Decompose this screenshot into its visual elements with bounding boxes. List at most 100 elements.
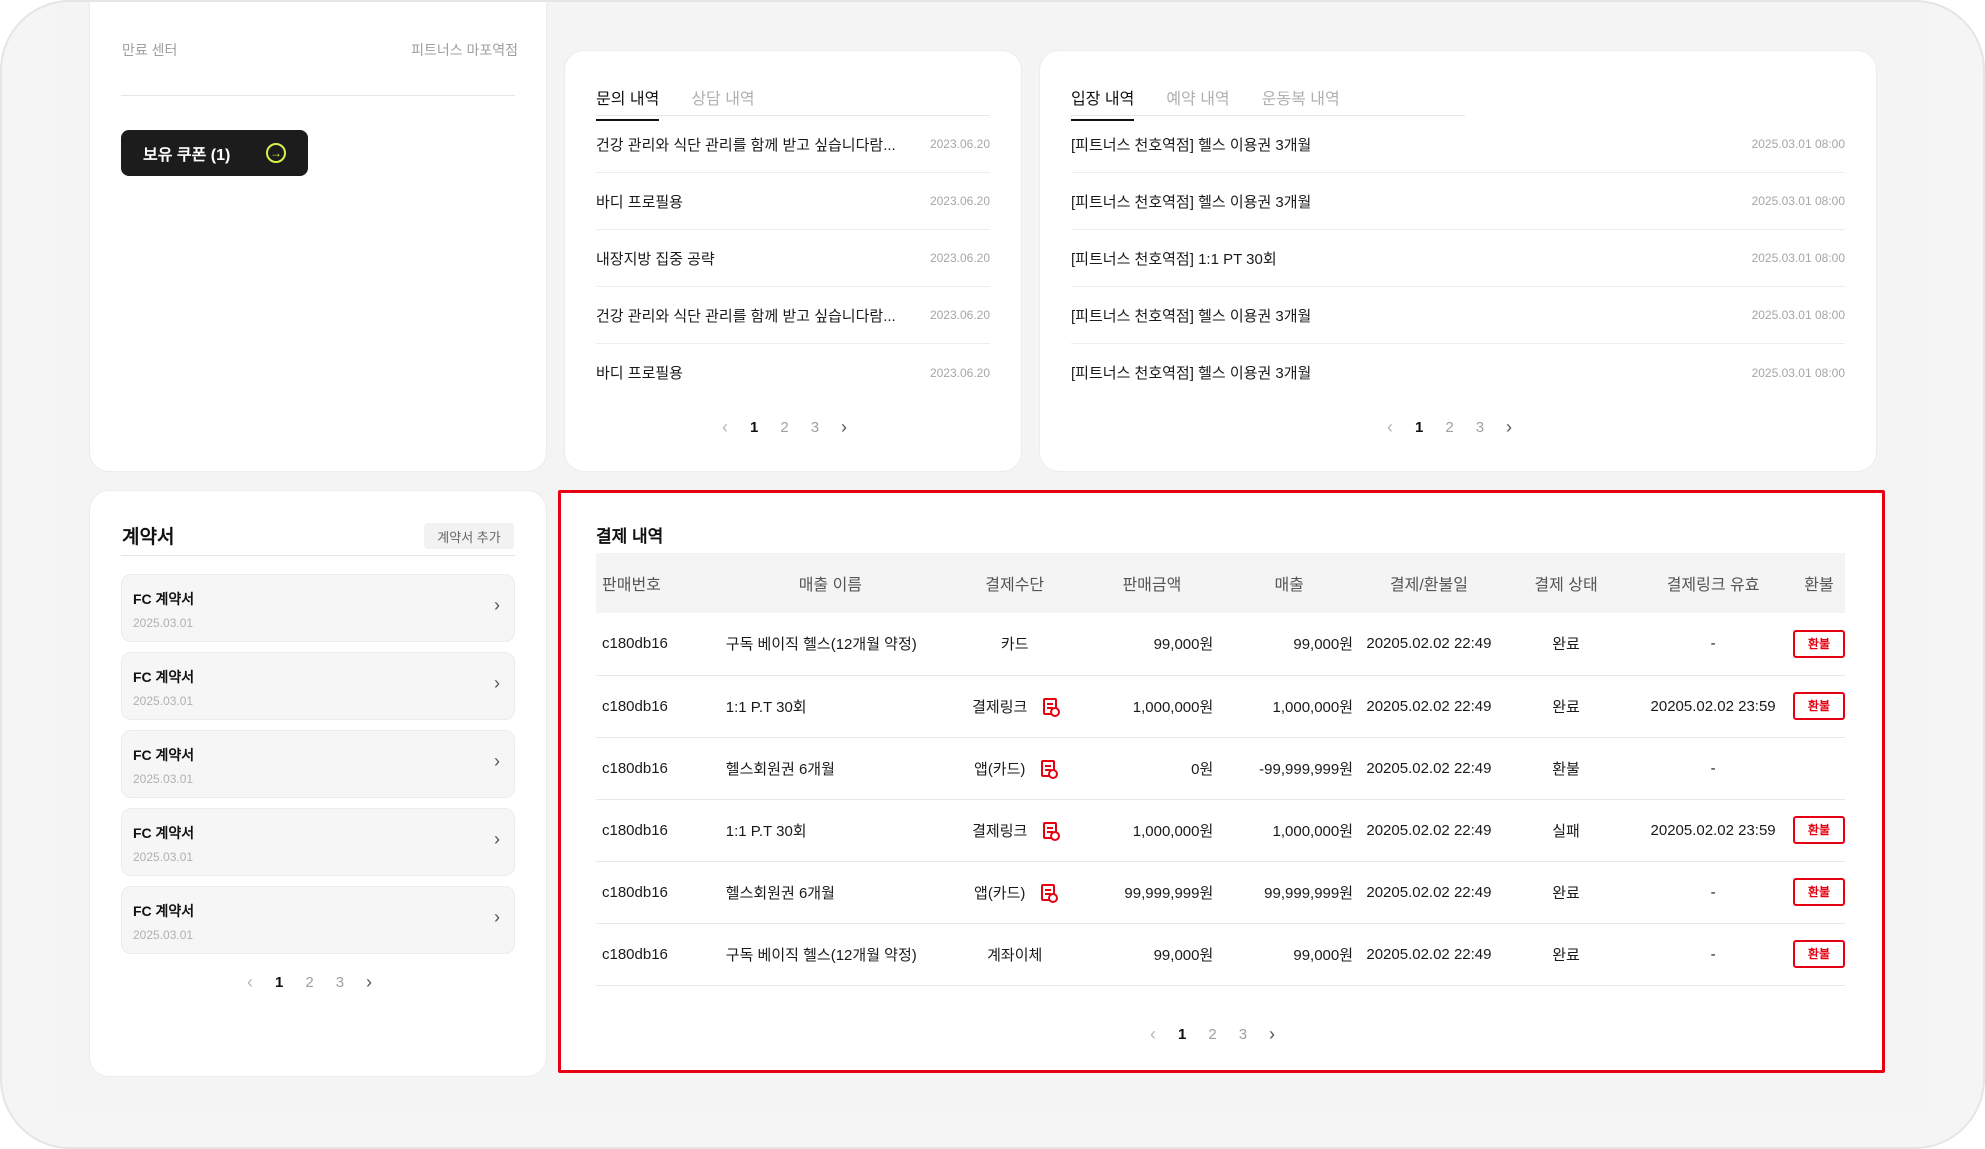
- inquiry-pagination: ‹ 1 2 3 ›: [722, 417, 847, 438]
- sale-name: 1:1 P.T 30회: [715, 675, 945, 738]
- chevron-right-icon[interactable]: ›: [1269, 1024, 1275, 1045]
- contract-item[interactable]: FC 계약서 2025.03.01 ›: [121, 886, 515, 954]
- list-item[interactable]: [피트너스 천호역점] 헬스 이용권 3개월 2025.03.01 08:00: [1071, 287, 1845, 344]
- app-frame: 만료 센터 피트너스 마포역점 보유 쿠폰 (1) → 문의 내역 상담 내역 건…: [0, 0, 1985, 1149]
- chevron-left-icon[interactable]: ‹: [247, 972, 253, 993]
- chevron-left-icon[interactable]: ‹: [1387, 417, 1393, 438]
- contract-item[interactable]: FC 계약서 2025.03.01 ›: [121, 730, 515, 798]
- coupon-button[interactable]: 보유 쿠폰 (1) →: [121, 130, 308, 176]
- page-number[interactable]: 1: [750, 419, 758, 436]
- payment-date: 20205.02.02 22:49: [1359, 737, 1499, 800]
- expire-center-label: 만료 센터: [122, 42, 178, 58]
- sale-price: 0원: [1084, 737, 1220, 800]
- sale-revenue: 99,999,999원: [1219, 861, 1360, 924]
- sale-price: 99,000원: [1084, 923, 1220, 986]
- list-item-date: 2023.06.20: [929, 194, 990, 208]
- list-item[interactable]: [피트너스 천호역점] 헬스 이용권 3개월 2025.03.01 08:00: [1071, 173, 1845, 230]
- page-number[interactable]: 1: [1415, 419, 1423, 436]
- contract-item-title: FC 계약서: [133, 669, 195, 685]
- payment-link-expiry: -: [1633, 861, 1793, 924]
- payment-date: 20205.02.02 22:49: [1359, 675, 1499, 738]
- page-number[interactable]: 3: [1476, 419, 1484, 436]
- chevron-right-icon[interactable]: ›: [841, 417, 847, 438]
- contract-item[interactable]: FC 계약서 2025.03.01 ›: [121, 574, 515, 642]
- column-header: 결제수단: [944, 553, 1085, 613]
- payment-method-cell: 계좌이체: [944, 923, 1085, 986]
- chevron-right-icon[interactable]: ›: [1506, 417, 1512, 438]
- refund-button[interactable]: 환불: [1792, 629, 1845, 658]
- payment-method: 앱(카드): [974, 882, 1059, 903]
- refund-cell: 환불: [1792, 923, 1845, 986]
- sale-id: c180db16: [596, 799, 716, 862]
- column-header: 결제 상태: [1498, 553, 1634, 613]
- page-number[interactable]: 3: [1239, 1026, 1247, 1043]
- add-contract-button[interactable]: 계약서 추가: [424, 523, 514, 549]
- list-item[interactable]: 바디 프로필용 2023.06.20: [596, 344, 990, 401]
- payment-method-label: 카드: [1000, 636, 1029, 654]
- payment-method: 결제링크: [972, 820, 1061, 841]
- page-number[interactable]: 2: [780, 419, 788, 436]
- chevron-left-icon[interactable]: ‹: [722, 417, 728, 438]
- page-number[interactable]: 2: [1445, 419, 1453, 436]
- sale-name: 구독 베이직 헬스(12개월 약정): [715, 923, 945, 986]
- refund-cell: 환불: [1792, 675, 1845, 738]
- list-item[interactable]: [피트너스 천호역점] 1:1 PT 30회 2025.03.01 08:00: [1071, 230, 1845, 287]
- receipt-icon[interactable]: [1041, 883, 1059, 903]
- receipt-icon[interactable]: [1043, 697, 1061, 717]
- receipt-icon[interactable]: [1041, 759, 1059, 779]
- refund-button[interactable]: 환불: [1792, 940, 1845, 968]
- chevron-right-icon: ›: [494, 595, 500, 615]
- contract-item-date: 2025.03.01: [133, 694, 194, 708]
- refund-button[interactable]: 환불: [1792, 878, 1845, 906]
- receipt-icon[interactable]: [1043, 821, 1061, 841]
- payment-method-label: 앱(카드): [974, 884, 1026, 902]
- contract-item-date: 2025.03.01: [133, 616, 194, 630]
- page-number[interactable]: 3: [336, 974, 344, 991]
- list-item-date: 2025.03.01 08:00: [1751, 194, 1845, 208]
- payment-link-expiry: -: [1633, 613, 1793, 676]
- chevron-left-icon[interactable]: ‹: [1150, 1024, 1156, 1045]
- list-item[interactable]: [피트너스 천호역점] 헬스 이용권 3개월 2025.03.01 08:00: [1071, 116, 1845, 173]
- payment-method-cell: 앱(카드): [944, 861, 1085, 924]
- table-row: c180db16 구독 베이직 헬스(12개월 약정) 카드 99,000원 99,00…: [596, 613, 1845, 676]
- contract-item-title: FC 계약서: [133, 903, 195, 919]
- page-number[interactable]: 2: [1208, 1026, 1216, 1043]
- contract-item[interactable]: FC 계약서 2025.03.01 ›: [121, 652, 515, 720]
- list-item-date: 2025.03.01 08:00: [1751, 137, 1845, 151]
- payment-link-expiry: -: [1633, 923, 1793, 986]
- center-name: 피트너스 마포역점: [411, 42, 518, 58]
- list-item[interactable]: 건강 관리와 식단 관리를 함께 받고 싶습니다람... 2023.06.20: [596, 287, 990, 344]
- sale-name: 헬스회원권 6개월: [715, 737, 945, 800]
- payment-date: 20205.02.02 22:49: [1359, 799, 1499, 862]
- arrow-right-circle-icon: →: [266, 143, 286, 163]
- payment-method: 앱(카드): [974, 758, 1059, 779]
- list-item[interactable]: 바디 프로필용 2023.06.20: [596, 173, 990, 230]
- refund-button[interactable]: 환불: [1792, 816, 1845, 844]
- page-number[interactable]: 2: [305, 974, 313, 991]
- column-header: 결제/환불일: [1359, 553, 1499, 613]
- list-item-date: 2023.06.20: [929, 251, 990, 265]
- payment-method-label: 계좌이체: [987, 946, 1043, 964]
- table-row: c180db16 구독 베이직 헬스(12개월 약정) 계좌이체 99,000원 99,…: [596, 923, 1845, 986]
- list-item[interactable]: [피트너스 천호역점] 헬스 이용권 3개월 2025.03.01 08:00: [1071, 344, 1845, 401]
- chevron-right-icon[interactable]: ›: [366, 972, 372, 993]
- payment-link-expiry: 20205.02.02 23:59: [1633, 799, 1793, 862]
- page-number[interactable]: 1: [275, 974, 283, 991]
- payment-status: 실패: [1498, 799, 1634, 862]
- page-number[interactable]: 3: [811, 419, 819, 436]
- list-item-title: 건강 관리와 식단 관리를 함께 받고 싶습니다람...: [596, 136, 896, 154]
- list-item-date: 2023.06.20: [929, 308, 990, 322]
- chevron-right-icon: ›: [494, 673, 500, 693]
- list-item[interactable]: 건강 관리와 식단 관리를 함께 받고 싶습니다람... 2023.06.20: [596, 116, 990, 173]
- payment-method-cell: 카드: [944, 613, 1085, 676]
- column-header: 판매금액: [1084, 553, 1220, 613]
- contract-item[interactable]: FC 계약서 2025.03.01 ›: [121, 808, 515, 876]
- sale-price: 99,999,999원: [1084, 861, 1220, 924]
- refund-cell: 환불: [1792, 799, 1845, 862]
- payment-status: 완료: [1498, 675, 1634, 738]
- list-item[interactable]: 내장지방 집중 공략 2023.06.20: [596, 230, 990, 287]
- refund-button[interactable]: 환불: [1792, 692, 1845, 720]
- page-number[interactable]: 1: [1178, 1026, 1186, 1043]
- list-item-date: 2025.03.01 08:00: [1751, 365, 1845, 380]
- list-item-date: 2023.06.20: [929, 365, 990, 380]
